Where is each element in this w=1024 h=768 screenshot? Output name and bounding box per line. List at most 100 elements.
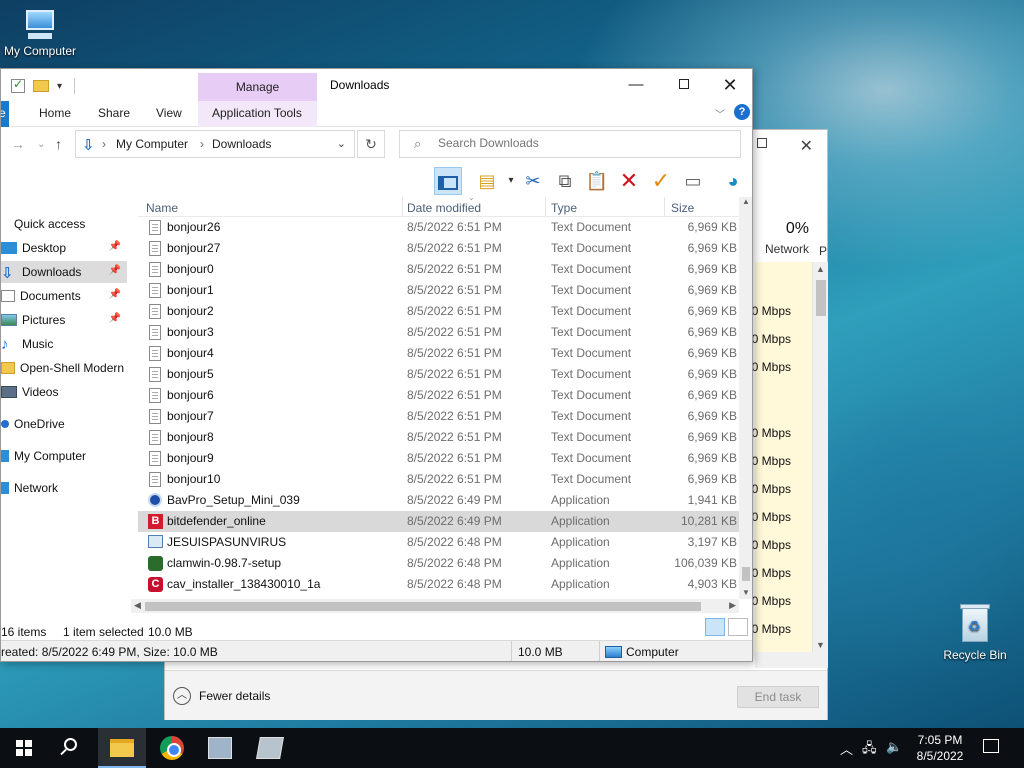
tab-view[interactable]: View	[156, 106, 182, 120]
start-button[interactable]	[0, 728, 48, 768]
scroll-up-icon[interactable]: ▲	[742, 197, 750, 206]
table-row[interactable]: bonjour6 8/5/2022 6:51 PM Text Document 6,9…	[138, 385, 740, 406]
taskbar-file-explorer[interactable]	[98, 728, 146, 768]
column-header-date[interactable]: Date modified	[407, 201, 481, 215]
sidebar-item-downloads[interactable]: ⇩ Downloads 📌	[1, 261, 127, 283]
taskbar-chrome[interactable]	[148, 728, 196, 768]
large-icons-view-button[interactable]	[728, 618, 748, 636]
pin-icon[interactable]: 📌	[109, 265, 121, 276]
next-column-header[interactable]: P	[819, 244, 827, 258]
hscrollbar-thumb[interactable]	[145, 602, 701, 611]
shell-icon[interactable]: ◕	[719, 167, 747, 195]
vertical-scrollbar[interactable]: ▲ ▼	[739, 197, 752, 599]
pin-icon[interactable]: 📌	[109, 289, 121, 300]
table-row[interactable]: bonjour4 8/5/2022 6:51 PM Text Document 6,9…	[138, 343, 740, 364]
tab-manage[interactable]: Manage	[198, 73, 317, 101]
sidebar-item-quick-access[interactable]: Quick access	[1, 213, 127, 235]
network-column-header[interactable]: 0% Network	[755, 220, 829, 256]
sidebar-item-pictures[interactable]: Pictures 📌	[1, 309, 127, 331]
table-row[interactable]: bonjour7 8/5/2022 6:51 PM Text Document 6,9…	[138, 406, 740, 427]
maximize-button[interactable]	[669, 74, 699, 96]
rename-icon[interactable]: ▭	[679, 167, 707, 195]
properties-icon[interactable]	[11, 77, 25, 93]
clock[interactable]: 7:05 PM 8/5/2022	[905, 732, 975, 764]
close-icon[interactable]: ✕	[800, 136, 813, 156]
desktop-recycle-bin[interactable]: ♻ Recycle Bin	[940, 602, 1010, 662]
horizontal-scrollbar[interactable]: ◀ ▶	[131, 599, 739, 613]
task-manager-scrollbar[interactable]: ▲ ▼	[812, 262, 828, 652]
table-row[interactable]: bonjour27 8/5/2022 6:51 PM Text Document 6,…	[138, 238, 740, 259]
table-row[interactable]: bonjour1 8/5/2022 6:51 PM Text Document 6,9…	[138, 280, 740, 301]
maximize-icon[interactable]	[757, 138, 767, 148]
pin-icon[interactable]: 📌	[109, 313, 121, 324]
refresh-button[interactable]: ↻	[357, 130, 385, 158]
new-folder-icon[interactable]	[33, 80, 49, 92]
back-arrow-icon[interactable]: →	[11, 136, 25, 152]
taskbar-app[interactable]	[196, 728, 244, 768]
search-button[interactable]	[48, 728, 96, 768]
sidebar-item-onedrive[interactable]: OneDrive	[1, 413, 127, 435]
copy-icon[interactable]: ⧉	[551, 167, 579, 195]
sidebar-item-desktop[interactable]: Desktop 📌	[1, 237, 127, 259]
table-row[interactable]: bonjour10 8/5/2022 6:51 PM Text Document 6,…	[138, 469, 740, 490]
sidebar-item-music[interactable]: ♪ Music	[1, 333, 127, 355]
tab-application-tools[interactable]: Application Tools	[212, 106, 302, 120]
checkmark-icon[interactable]: ✓	[647, 167, 675, 195]
tab-share[interactable]: Share	[98, 106, 130, 120]
address-bar[interactable]: ⇩ › My Computer › Downloads ⌄	[75, 130, 355, 158]
breadcrumb-my-computer[interactable]: My Computer	[116, 137, 188, 151]
details-view-button[interactable]	[705, 618, 725, 636]
sidebar-item-my-computer[interactable]: My Computer	[1, 445, 127, 467]
help-icon[interactable]: ?	[734, 104, 750, 120]
task-manager-hscrollbar[interactable]	[755, 652, 828, 668]
table-row[interactable]: Ccav_installer_138430010_1a 8/5/2022 6:48…	[138, 574, 740, 595]
table-row[interactable]: JESUISPASUNVIRUS 8/5/2022 6:48 PM Applicat…	[138, 532, 740, 553]
table-row[interactable]: bonjour9 8/5/2022 6:51 PM Text Document 6,9…	[138, 448, 740, 469]
sidebar-item-network[interactable]: Network	[1, 477, 127, 499]
tab-home[interactable]: Home	[39, 106, 71, 120]
table-row[interactable]: bonjour2 8/5/2022 6:51 PM Text Document 6,9…	[138, 301, 740, 322]
scroll-down-icon[interactable]: ▼	[742, 588, 750, 597]
pane-toggle-button[interactable]	[434, 167, 462, 195]
table-row[interactable]: clamwin-0.98.7-setup 8/5/2022 6:48 PM Appl…	[138, 553, 740, 574]
chevron-down-icon[interactable]: ▾	[57, 81, 62, 92]
breadcrumb-downloads[interactable]: Downloads	[212, 137, 271, 151]
search-input[interactable]	[438, 136, 728, 150]
scrollbar-thumb[interactable]	[742, 567, 750, 581]
end-task-button[interactable]: End task	[737, 686, 819, 708]
file-explorer-window[interactable]: ▾ Manage Downloads — ✕ e Home Share View…	[0, 68, 753, 662]
network-icon[interactable]: 🖧	[862, 739, 877, 761]
expand-ribbon-icon[interactable]: ﹀	[715, 106, 725, 121]
paste-icon[interactable]: 📋	[583, 167, 611, 195]
desktop-my-computer[interactable]: My Computer	[0, 10, 80, 58]
taskbar-app-2[interactable]	[246, 728, 294, 768]
table-row[interactable]: BavPro_Setup_Mini_039 8/5/2022 6:49 PM App…	[138, 490, 740, 511]
column-header-size[interactable]: Size	[671, 201, 694, 215]
close-button[interactable]: ✕	[715, 74, 745, 96]
minimize-button[interactable]: —	[621, 74, 651, 96]
table-row[interactable]: bonjour26 8/5/2022 6:51 PM Text Document 6,…	[138, 217, 740, 238]
table-row[interactable]: bonjour0 8/5/2022 6:51 PM Text Document 6,9…	[138, 259, 740, 280]
notification-icon[interactable]	[983, 739, 999, 753]
chevron-down-icon[interactable]: ⌄	[337, 137, 346, 150]
pin-icon[interactable]: 📌	[109, 241, 121, 252]
up-arrow-icon[interactable]: ↑	[55, 136, 62, 152]
scroll-left-icon[interactable]: ◀	[134, 600, 141, 611]
search-box[interactable]: ⌕	[399, 130, 741, 158]
sidebar-item-open-shell[interactable]: Open-Shell Modern	[1, 357, 127, 379]
sidebar-item-documents[interactable]: Documents 📌	[1, 285, 127, 307]
chevron-up-icon[interactable]: ︿	[840, 739, 853, 758]
column-header-name[interactable]: Name	[146, 201, 178, 215]
column-header-type[interactable]: Type	[551, 201, 577, 215]
table-row[interactable]: bonjour8 8/5/2022 6:51 PM Text Document 6,9…	[138, 427, 740, 448]
table-row[interactable]: bonjour5 8/5/2022 6:51 PM Text Document 6,9…	[138, 364, 740, 385]
volume-icon[interactable]: 🔈	[886, 739, 902, 755]
title-bar[interactable]: ▾ Manage Downloads — ✕	[1, 69, 752, 101]
recent-locations-icon[interactable]: ⌄	[37, 139, 45, 150]
table-row[interactable]: Bbitdefender_online 8/5/2022 6:49 PM Appli…	[138, 511, 740, 532]
fewer-details-button[interactable]: ︿ Fewer details	[173, 687, 270, 705]
delete-icon[interactable]: ✕	[615, 167, 643, 195]
scroll-right-icon[interactable]: ▶	[729, 600, 736, 611]
cut-icon[interactable]: ✂	[519, 167, 547, 195]
table-row[interactable]: bonjour3 8/5/2022 6:51 PM Text Document 6,9…	[138, 322, 740, 343]
